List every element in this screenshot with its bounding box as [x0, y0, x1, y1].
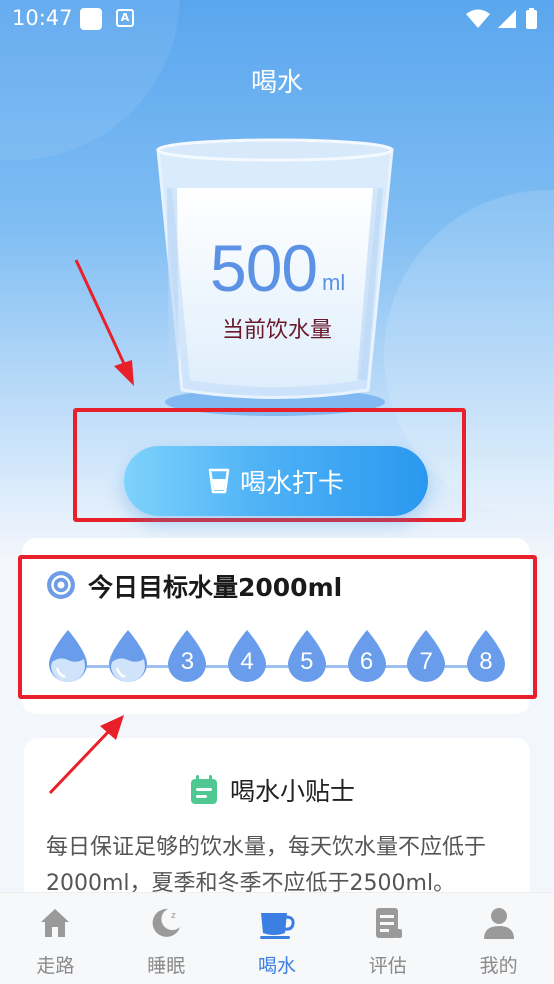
status-time: 10:47	[12, 6, 73, 30]
notification-a-icon: A	[116, 9, 134, 27]
system-icons	[466, 8, 537, 29]
home-icon	[41, 909, 70, 937]
checkin-button[interactable]: 喝水打卡	[124, 446, 428, 516]
tab-label: 睡眠	[147, 955, 186, 977]
wifi-icon	[466, 9, 490, 28]
status-bar: 10:47 A	[0, 0, 554, 38]
page-title: 喝水	[250, 68, 303, 98]
tips-title: 喝水小贴士	[230, 777, 356, 806]
tab-profile[interactable]: 我的	[443, 893, 554, 984]
tab-water[interactable]: 喝水	[222, 893, 333, 984]
svg-text:z: z	[171, 911, 176, 921]
tab-label: 评估	[368, 955, 407, 977]
notification-square-icon	[80, 8, 102, 30]
document-icon	[375, 908, 402, 938]
checkin-label: 喝水打卡	[239, 468, 344, 499]
calendar-icon	[191, 775, 217, 804]
tab-label: 我的	[479, 955, 518, 977]
water-unit: ml	[322, 270, 346, 295]
highlight-box	[18, 555, 537, 699]
bottom-tab-bar: 走路 z 睡眠 喝水 评估 我的	[0, 892, 554, 984]
tab-sleep[interactable]: z 睡眠	[111, 893, 222, 984]
signal-icon	[498, 10, 516, 28]
cup-icon	[208, 468, 230, 494]
water-amount-label: 当前饮水量	[221, 318, 332, 343]
tab-assessment[interactable]: 评估	[332, 893, 443, 984]
moon-icon: z	[152, 908, 181, 937]
tab-walk[interactable]: 走路	[0, 893, 111, 984]
tab-label: 喝水	[257, 955, 296, 977]
user-icon	[483, 908, 514, 939]
cup-icon	[259, 913, 295, 939]
tab-label: 走路	[36, 955, 75, 977]
battery-icon	[526, 10, 537, 29]
